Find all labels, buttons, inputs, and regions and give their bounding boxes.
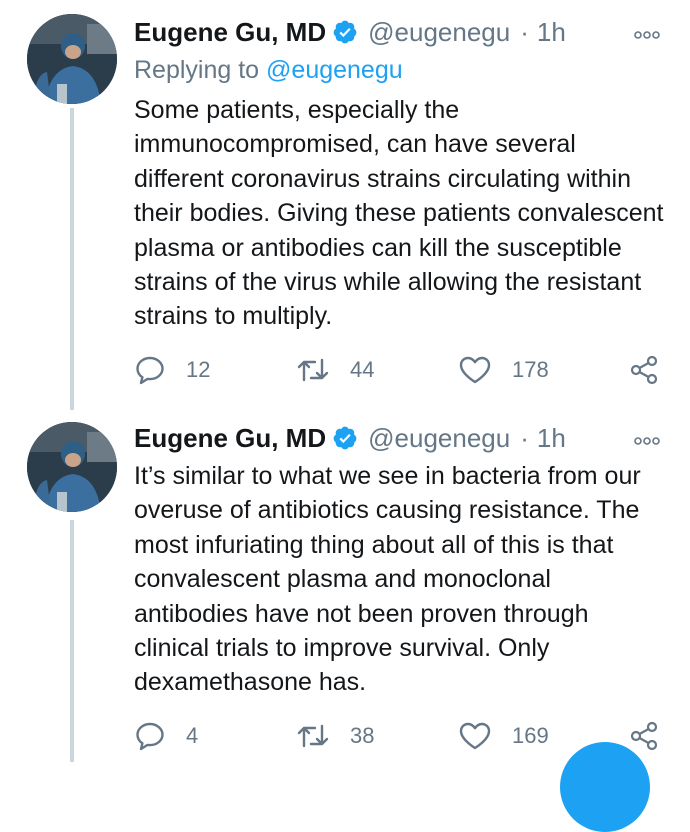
retweet-icon	[296, 354, 330, 386]
tweet-text: It’s similar to what we see in bacteria …	[134, 462, 641, 697]
replying-to: Replying to @eugenegu	[134, 56, 403, 85]
tweet-header: Eugene Gu, MD @eugenegu · 1h	[134, 14, 566, 50]
reply-icon	[134, 720, 166, 752]
like-count: 169	[512, 723, 549, 748]
retweet-count: 38	[350, 723, 375, 748]
tweet-text: Some patients, especially the immunocomp…	[134, 96, 664, 331]
share-button[interactable]	[628, 352, 660, 388]
verified-badge-icon	[332, 425, 358, 451]
share-icon	[628, 720, 660, 752]
avatar[interactable]	[27, 422, 117, 512]
thread-line	[70, 108, 74, 410]
retweet-icon	[296, 720, 330, 752]
share-button[interactable]	[628, 718, 660, 754]
heart-icon	[458, 720, 492, 752]
more-icon[interactable]	[634, 430, 660, 451]
separator-dot: ·	[520, 422, 529, 453]
tweet-timestamp[interactable]: 1h	[537, 423, 566, 454]
author-name[interactable]: Eugene Gu, MD	[134, 17, 326, 48]
replying-to-label: Replying to	[134, 56, 260, 84]
avatar[interactable]	[27, 14, 117, 104]
author-name[interactable]: Eugene Gu, MD	[134, 423, 326, 454]
heart-icon	[458, 354, 492, 386]
like-button[interactable]: 178	[458, 352, 549, 388]
reply-count: 12	[186, 357, 211, 382]
retweet-count: 44	[350, 357, 375, 382]
replying-to-mention[interactable]: @eugenegu	[266, 56, 403, 84]
separator-dot: ·	[520, 16, 529, 47]
thread-line	[70, 520, 74, 762]
retweet-button[interactable]: 38	[296, 718, 374, 754]
like-count: 178	[512, 357, 549, 382]
like-button[interactable]: 169	[458, 718, 549, 754]
tweet-header: Eugene Gu, MD @eugenegu · 1h	[134, 420, 566, 456]
reply-count: 4	[186, 723, 199, 748]
reply-button[interactable]: 12	[134, 352, 210, 388]
author-handle[interactable]: @eugenegu	[368, 423, 510, 454]
reply-button[interactable]: 4	[134, 718, 198, 754]
verified-badge-icon	[332, 19, 358, 45]
more-icon[interactable]	[634, 24, 660, 45]
tweet-actions: 12 44 178	[134, 352, 664, 388]
tweet-timestamp[interactable]: 1h	[537, 17, 566, 48]
compose-tweet-button[interactable]	[560, 742, 650, 832]
author-handle[interactable]: @eugenegu	[368, 17, 510, 48]
retweet-button[interactable]: 44	[296, 352, 374, 388]
share-icon	[628, 354, 660, 386]
reply-icon	[134, 354, 166, 386]
tweet[interactable]: Eugene Gu, MD @eugenegu · 1h Replying to…	[0, 0, 690, 410]
